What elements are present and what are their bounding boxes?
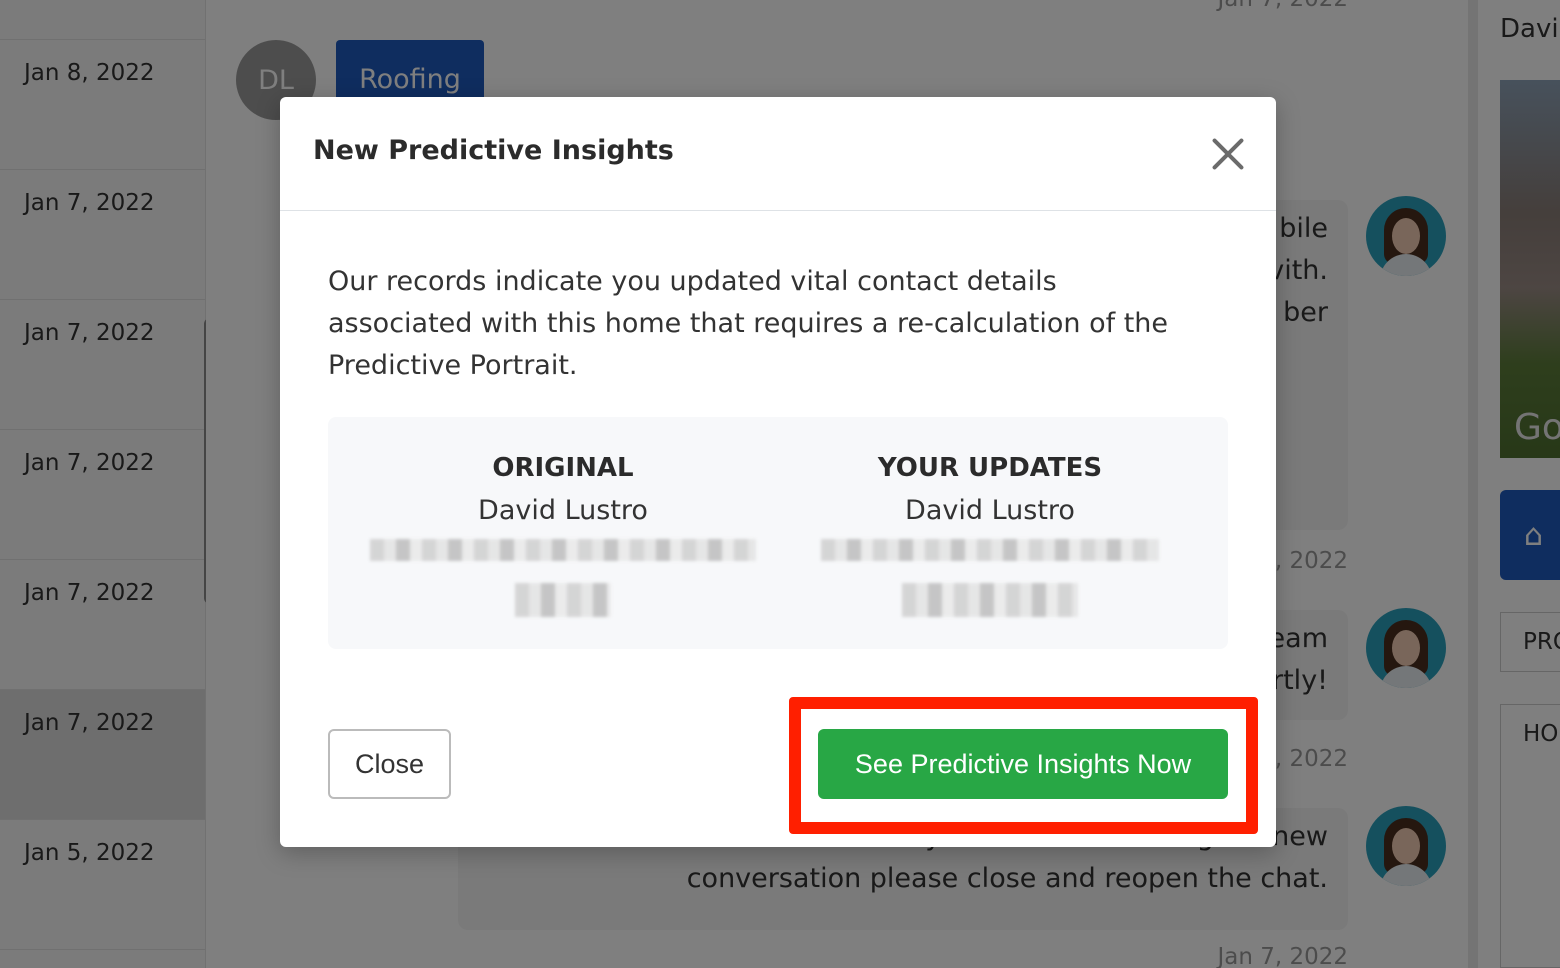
redacted-contact-line	[515, 583, 611, 617]
redacted-contact-line	[902, 583, 1078, 617]
original-name: David Lustro	[478, 495, 648, 526]
modal-body-text: Our records indicate you updated vital c…	[328, 266, 1169, 381]
updates-column: YOUR UPDATES David Lustro	[795, 453, 1185, 617]
modal-title: New Predictive Insights	[313, 135, 674, 166]
redacted-contact-line	[370, 539, 756, 561]
see-predictive-insights-button[interactable]: See Predictive Insights Now	[818, 729, 1228, 799]
modal-header: New Predictive Insights	[280, 97, 1276, 211]
close-button[interactable]: Close	[328, 729, 451, 799]
redacted-contact-line	[821, 539, 1159, 561]
predictive-insights-modal: New Predictive Insights Our records indi…	[280, 97, 1276, 847]
updates-name: David Lustro	[905, 495, 1075, 526]
close-icon[interactable]	[1208, 133, 1248, 173]
original-column: ORIGINAL David Lustro	[368, 453, 758, 617]
original-heading: ORIGINAL	[492, 453, 634, 483]
updates-heading: YOUR UPDATES	[877, 453, 1103, 483]
comparison-panel: ORIGINAL David Lustro YOUR UPDATES David…	[328, 417, 1228, 649]
